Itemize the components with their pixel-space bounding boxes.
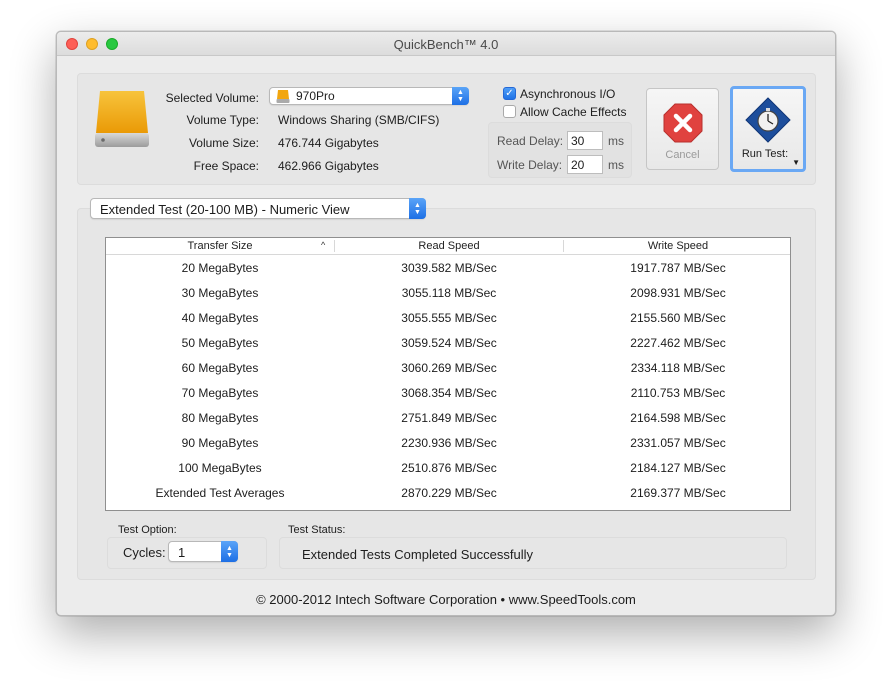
cell-write-speed: 2155.560 MB/Sec [630,311,726,325]
write-delay-field[interactable]: 20 [567,155,603,174]
cell-read-speed: 2510.876 MB/Sec [401,461,497,475]
run-test-dropdown-icon[interactable]: ▼ [792,158,800,167]
cell-read-speed: 3068.354 MB/Sec [401,386,497,400]
cell-transfer-size: 20 MegaBytes [181,261,259,275]
window-title: QuickBench™ 4.0 [393,37,499,52]
write-delay-unit: ms [608,158,624,172]
read-delay-label: Read Delay: [497,134,564,148]
table-row[interactable]: Extended Test Averages 2870.229 MB/Sec 216… [106,481,790,506]
table-row[interactable]: 20 MegaBytes 3039.582 MB/Sec 1917.787 MB/S… [106,256,790,281]
cell-read-speed: 3060.269 MB/Sec [401,361,497,375]
table-row[interactable]: 60 MegaBytes 3060.269 MB/Sec 2334.118 MB/S… [106,356,790,381]
read-delay-field[interactable]: 30 [567,131,603,150]
volume-size-label: Volume Size: [188,136,259,150]
run-test-button[interactable]: Run Test: ▼ [730,86,806,172]
async-io-label: Asynchronous I/O [520,87,616,101]
cancel-stop-icon [663,103,703,143]
table-row[interactable]: 70 MegaBytes 3068.354 MB/Sec 2110.753 MB/S… [106,381,790,406]
cell-read-speed: 2751.849 MB/Sec [401,411,497,425]
volume-select[interactable]: 970Pro ▲ ▼ [269,87,469,105]
table-row[interactable]: 50 MegaBytes 3059.524 MB/Sec 2227.462 MB/S… [106,331,790,356]
table-row[interactable]: 100 MegaBytes 2510.876 MB/Sec 2184.127 MB/… [106,456,790,481]
table-row[interactable]: 90 MegaBytes 2230.936 MB/Sec 2331.057 MB/S… [106,431,790,456]
run-test-label: Run Test: [741,148,789,160]
cell-read-speed: 2870.229 MB/Sec [401,486,497,500]
cell-write-speed: 2184.127 MB/Sec [630,461,726,475]
cycles-stepper[interactable]: 1 ▲ ▼ [168,541,238,562]
cell-transfer-size: 60 MegaBytes [181,361,259,375]
free-space-label: Free Space: [193,159,259,173]
cell-write-speed: 2227.462 MB/Sec [630,336,726,350]
cell-transfer-size: Extended Test Averages [155,486,285,500]
volume-type-label: Volume Type: [186,113,260,127]
cancel-button[interactable]: Cancel [646,88,719,170]
table-row[interactable]: 80 MegaBytes 2751.849 MB/Sec 2164.598 MB/S… [106,406,790,431]
table-row[interactable]: 30 MegaBytes 3055.118 MB/Sec 2098.931 MB/S… [106,281,790,306]
cell-write-speed: 2169.377 MB/Sec [630,486,726,500]
cell-write-speed: 1917.787 MB/Sec [630,261,726,275]
test-view-select-value: Extended Test (20-100 MB) - Numeric View [100,202,350,217]
volume-select-chevron-icon: ▲ ▼ [452,87,469,105]
test-view-chevron-icon: ▲ ▼ [409,198,426,219]
test-status-label: Test Status: [288,524,346,536]
stopwatch-icon [745,97,791,143]
volume-drive-icon [276,90,290,103]
cell-read-speed: 3055.118 MB/Sec [401,286,497,300]
volume-type-value: Windows Sharing (SMB/CIFS) [278,113,440,127]
cycles-chevron-icon: ▲ ▼ [221,541,238,562]
test-option-label: Test Option: [118,524,177,536]
cell-transfer-size: 30 MegaBytes [181,286,259,300]
app-window: QuickBench™ 4.0 Selected Volume: 970Pro … [56,31,836,616]
title-bar: QuickBench™ 4.0 [57,32,835,56]
cell-write-speed: 2110.753 MB/Sec [630,386,726,400]
cell-read-speed: 2230.936 MB/Sec [401,436,497,450]
volume-select-value: 970Pro [296,89,335,103]
table-header: Transfer Size ^ Read Speed Write Speed [106,238,790,255]
cell-transfer-size: 80 MegaBytes [181,411,259,425]
sort-ascending-icon: ^ [321,240,326,250]
cell-write-speed: 2331.057 MB/Sec [630,436,726,450]
cycles-label: Cycles: [123,545,166,560]
volume-size-value: 476.744 Gigabytes [278,136,379,150]
cache-effects-label: Allow Cache Effects [520,105,627,119]
selected-volume-label: Selected Volume: [165,91,259,105]
cell-transfer-size: 40 MegaBytes [181,311,259,325]
cell-read-speed: 3059.524 MB/Sec [401,336,497,350]
test-status-value: Extended Tests Completed Successfully [302,547,533,562]
results-table[interactable]: Transfer Size ^ Read Speed Write Speed 2… [105,237,791,511]
column-header-read-speed[interactable]: Read Speed [335,240,563,252]
free-space-value: 462.966 Gigabytes [278,159,379,173]
column-header-transfer-size[interactable]: Transfer Size [106,240,334,252]
cell-read-speed: 3039.582 MB/Sec [401,261,497,275]
cycles-value: 1 [178,545,186,560]
cell-transfer-size: 70 MegaBytes [181,386,259,400]
read-delay-unit: ms [608,134,624,148]
cell-transfer-size: 50 MegaBytes [181,336,259,350]
cache-effects-checkbox[interactable] [503,105,516,118]
write-delay-label: Write Delay: [497,158,563,172]
test-view-select[interactable]: Extended Test (20-100 MB) - Numeric View… [90,198,426,219]
cell-read-speed: 3055.555 MB/Sec [401,311,497,325]
async-io-checkbox[interactable]: ✓ [503,87,516,100]
cell-transfer-size: 90 MegaBytes [181,436,259,450]
cell-write-speed: 2334.118 MB/Sec [630,361,726,375]
copyright-footer: © 2000-2012 Intech Software Corporation … [256,592,636,607]
table-row[interactable]: 40 MegaBytes 3055.555 MB/Sec 2155.560 MB/S… [106,306,790,331]
column-header-write-speed[interactable]: Write Speed [564,240,792,252]
cell-transfer-size: 100 MegaBytes [178,461,262,475]
cell-write-speed: 2098.931 MB/Sec [630,286,726,300]
cell-write-speed: 2164.598 MB/Sec [630,411,726,425]
cancel-button-label: Cancel [665,149,700,161]
